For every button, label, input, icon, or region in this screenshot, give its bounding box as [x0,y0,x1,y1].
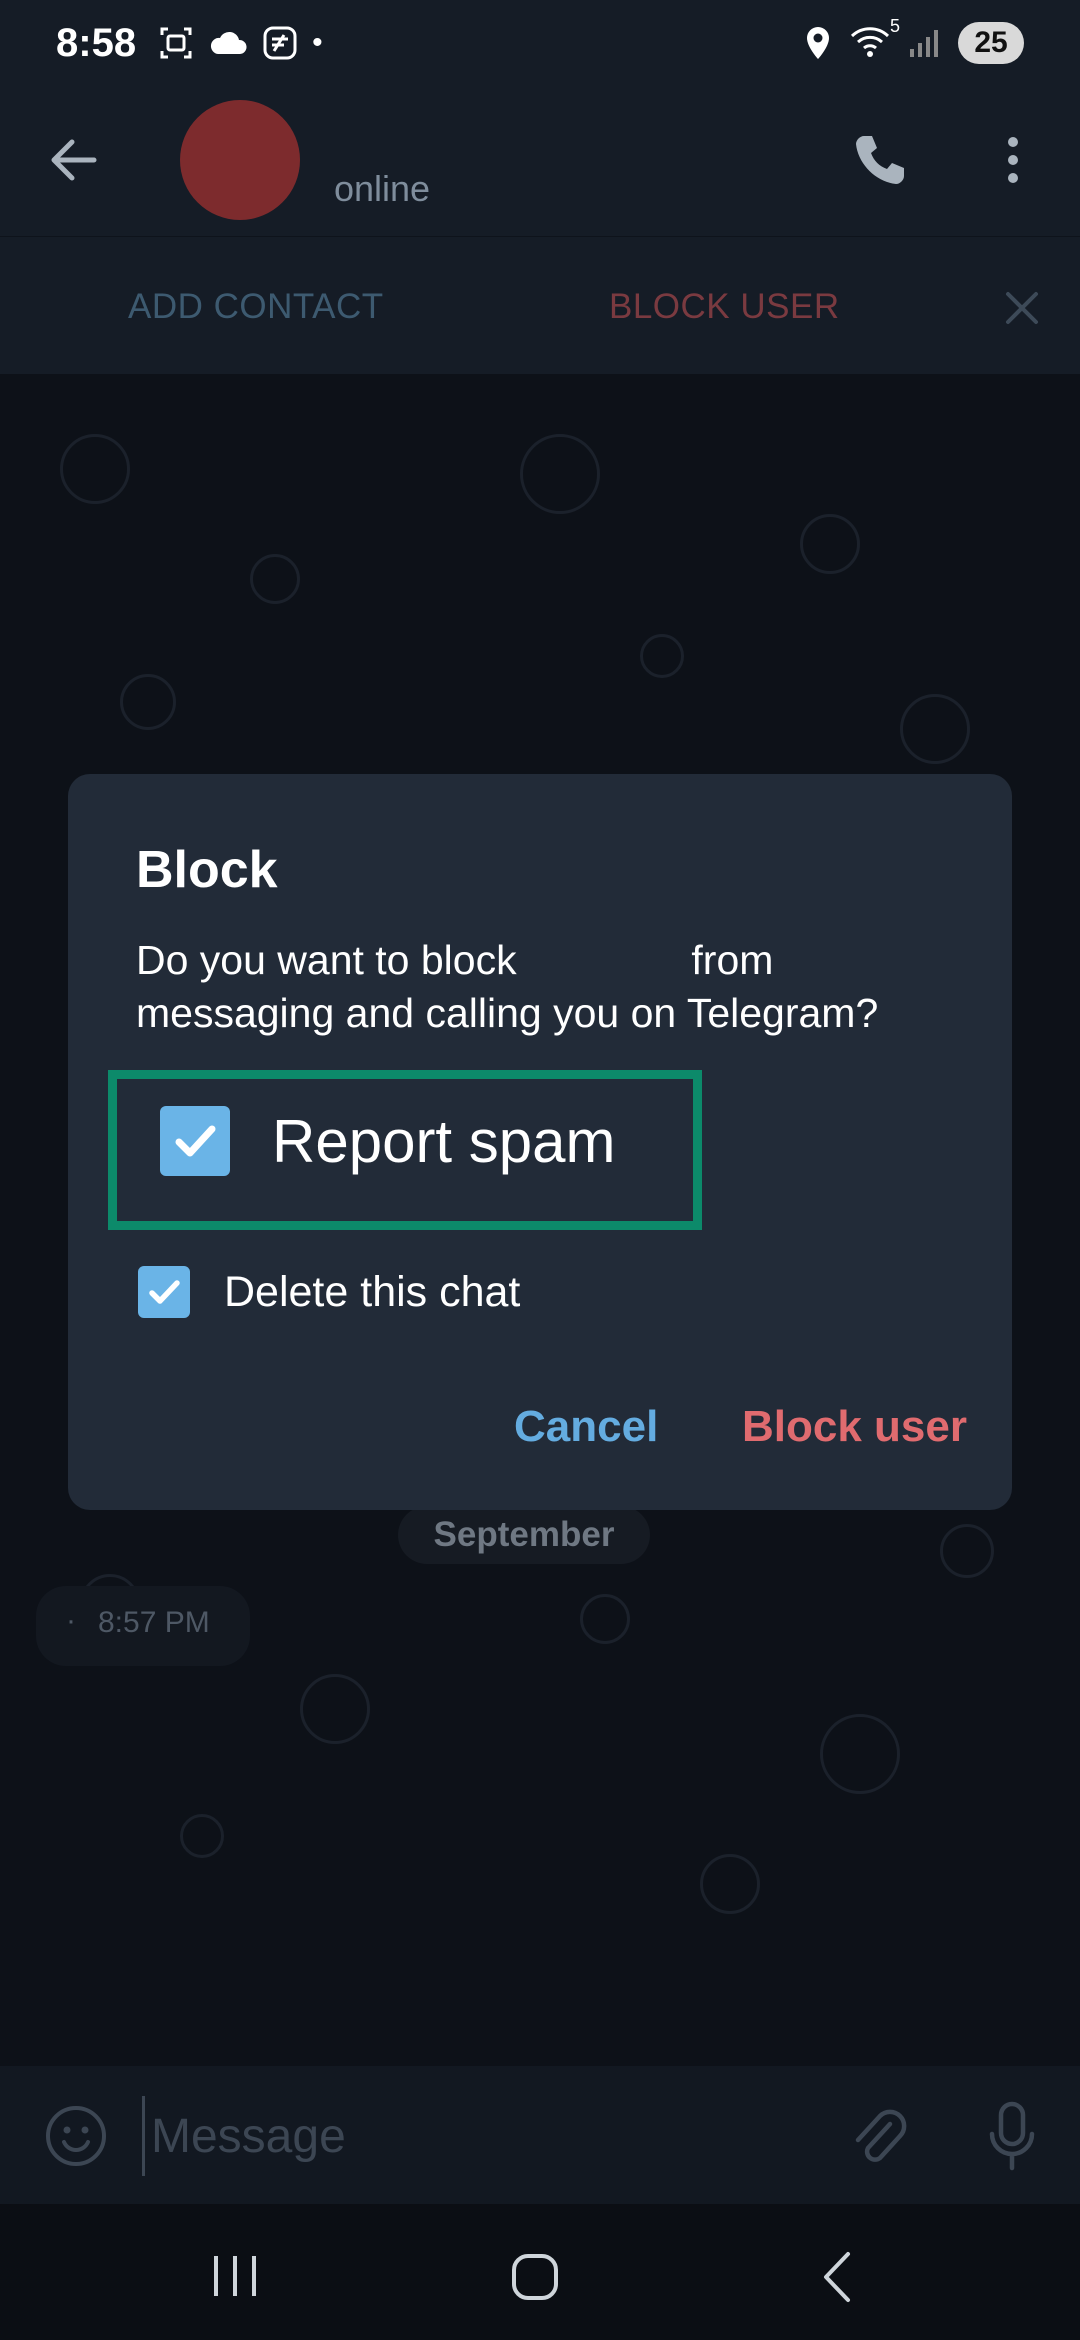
emoji-icon[interactable] [44,2104,108,2168]
dialog-title-name-redacted [288,846,418,890]
contact-name-redacted[interactable] [334,114,554,152]
checkmark-icon [149,1280,180,1304]
dialog-message-name-redacted [528,948,680,978]
background-doodle [250,554,300,604]
message-input-bar [0,2066,1080,2204]
checkmark-icon [175,1125,216,1157]
home-icon[interactable] [510,2252,560,2302]
status-left-icons: • [158,25,323,61]
avatar[interactable] [180,100,300,220]
dialog-title: Block [136,841,278,899]
delete-chat-option[interactable]: Delete this chat [138,1266,520,1318]
system-nav-bar [0,2204,1080,2340]
microphone-icon[interactable] [984,2100,1040,2172]
contact-action-bar: ADD CONTACT BLOCK USER [0,236,1080,374]
message-input[interactable] [142,2096,822,2176]
message-time: 8:57 PM [98,1606,210,1639]
report-spam-checkbox[interactable] [160,1106,230,1176]
more-vertical-icon[interactable] [998,130,1028,190]
dialog-message: Do you want to block from messaging and … [136,934,976,1040]
signal-icon [910,30,938,57]
dialog-message-before: Do you want to block [136,937,517,983]
background-doodle [700,1854,760,1914]
block-user-dialog: Block Do you want to block from messagin… [68,774,1012,1510]
report-spam-label: Report spam [272,1107,616,1175]
back-arrow-icon[interactable] [44,130,104,190]
background-doodle [520,434,600,514]
date-separator: September [398,1506,650,1564]
status-time: 8:58 [56,20,137,65]
add-contact-button[interactable]: ADD CONTACT [128,287,384,327]
background-doodle [820,1714,900,1794]
close-icon[interactable] [1004,290,1040,326]
wifi-band-label: 5 [889,15,900,36]
background-doodle [640,634,684,678]
delete-chat-checkbox[interactable] [138,1266,190,1318]
attach-icon[interactable] [846,2102,910,2170]
wifi-icon [850,26,890,57]
battery-indicator: 25 [958,22,1024,64]
message-text: · [66,1604,76,1637]
nav-back-icon[interactable] [820,2250,854,2304]
cancel-button[interactable]: Cancel [514,1402,658,1452]
status-right-icons: 5 25 [804,16,1024,64]
background-doodle [120,674,176,730]
background-doodle [580,1594,630,1644]
background-doodle [300,1674,370,1744]
block-user-bar-button[interactable]: BLOCK USER [609,287,840,327]
location-icon [807,27,829,59]
background-doodle [800,514,860,574]
status-bar: 8:58 • 5 25 [0,0,1080,86]
background-doodle [900,694,970,764]
notification-dot: • [312,26,323,59]
block-user-button[interactable]: Block user [742,1402,967,1452]
chat-header: online [0,86,1080,236]
background-doodle [180,1814,224,1858]
phone-icon[interactable] [850,130,910,190]
screenshot-icon [160,27,192,59]
app-notification-icon [263,26,297,60]
report-spam-option[interactable]: Report spam [160,1106,615,1176]
delete-chat-label: Delete this chat [224,1267,521,1316]
background-doodle [60,434,130,504]
recent-apps-icon[interactable] [210,2254,260,2298]
cloud-icon [211,31,247,54]
contact-status: online [334,168,431,209]
background-doodle [940,1524,994,1578]
